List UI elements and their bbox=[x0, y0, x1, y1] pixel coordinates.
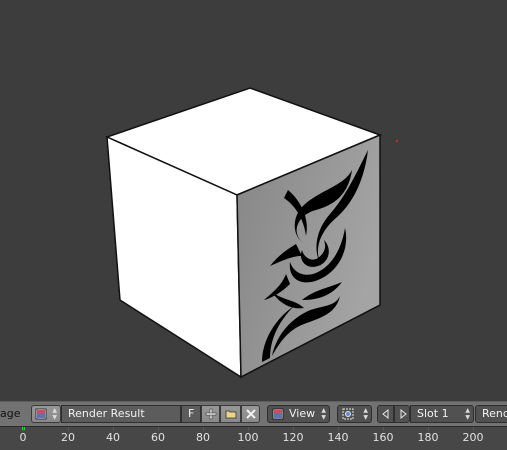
updown-arrows-icon: ▲ ▼ bbox=[52, 407, 57, 421]
fake-user-button[interactable]: F bbox=[181, 405, 201, 423]
slot-dropdown[interactable]: Slot 1 ▲ ▼ bbox=[410, 405, 474, 423]
image-browse-button[interactable]: ▲ ▼ bbox=[31, 405, 61, 423]
frame-tick-label: 200 bbox=[462, 431, 484, 444]
next-slot-button[interactable] bbox=[394, 405, 410, 423]
render-layer-label: Rende bbox=[482, 407, 507, 420]
frame-tick-label: 80 bbox=[196, 431, 210, 444]
render-result-image bbox=[104, 87, 399, 379]
frame-tick-label: 20 bbox=[61, 431, 75, 444]
left-arrow-icon bbox=[382, 408, 389, 420]
frame-tick-label: 60 bbox=[151, 431, 165, 444]
light-marker bbox=[395, 139, 399, 143]
frame-tick-label: 120 bbox=[282, 431, 304, 444]
updown-arrows-icon: ▲ ▼ bbox=[321, 407, 326, 421]
view-menu-dropdown[interactable]: View ▲ ▼ bbox=[267, 405, 330, 423]
image-name-field[interactable]: Render Result bbox=[61, 405, 181, 423]
view-label: View bbox=[289, 407, 316, 420]
right-arrow-icon bbox=[400, 408, 407, 420]
frame-tick-label: 180 bbox=[417, 431, 439, 444]
folder-icon bbox=[225, 410, 237, 419]
frame-tick-label: 0 bbox=[19, 431, 27, 444]
updown-arrows-icon: ▲ ▼ bbox=[363, 407, 368, 421]
render-viewport[interactable] bbox=[0, 0, 507, 401]
frame-tick-label: 140 bbox=[327, 431, 349, 444]
frame-tick-label: 160 bbox=[372, 431, 394, 444]
slot-label: Slot 1 bbox=[417, 407, 449, 420]
open-image-button[interactable] bbox=[220, 405, 241, 423]
target-icon bbox=[342, 408, 354, 420]
x-icon bbox=[246, 409, 256, 419]
new-image-button[interactable] bbox=[201, 405, 220, 423]
frame-tick-label: 100 bbox=[237, 431, 259, 444]
image-icon bbox=[272, 408, 284, 420]
updown-arrows-icon: ▲ ▼ bbox=[465, 407, 470, 421]
pivot-point-dropdown[interactable]: ▲ ▼ bbox=[337, 405, 372, 423]
plus-icon bbox=[205, 408, 217, 420]
image-menu[interactable]: age bbox=[0, 407, 21, 425]
render-layer-dropdown[interactable]: Rende bbox=[475, 405, 507, 423]
image-editor-header: age ▲ ▼ Render Result F View ▲ ▼ ▲ ▼ Slo… bbox=[0, 401, 507, 426]
previous-slot-button[interactable] bbox=[377, 405, 394, 423]
frame-tick-label: 40 bbox=[106, 431, 120, 444]
timeline-ruler[interactable]: 0 20 40 60 80 100 120 140 160 180 200 bbox=[0, 426, 507, 450]
unlink-image-button[interactable] bbox=[241, 405, 260, 423]
image-icon bbox=[35, 408, 47, 420]
